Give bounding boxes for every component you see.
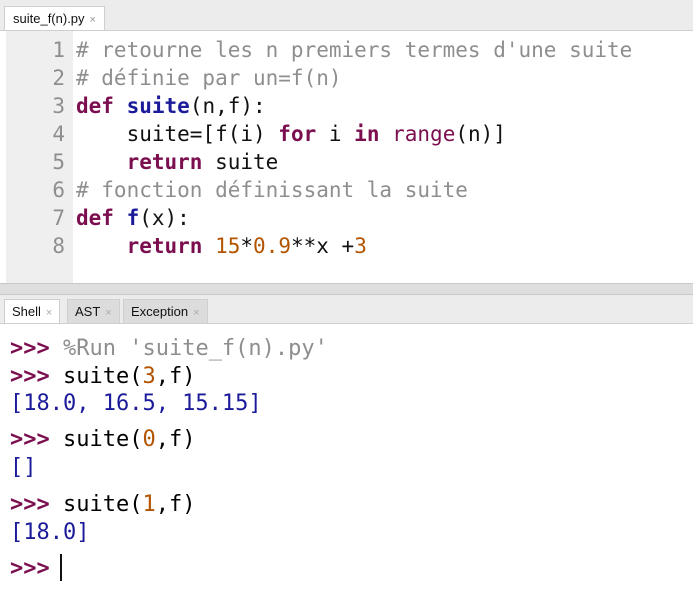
code-line[interactable]: # définie par un=f(n) (76, 64, 342, 92)
code-token: # retourne les n premiers termes d'une s… (76, 38, 633, 62)
line-number: 6 (52, 178, 65, 202)
shell-prompt: >>> (10, 556, 50, 581)
shell-line: >>> suite(1,f) (10, 490, 195, 520)
code-line[interactable]: return suite (76, 148, 279, 176)
tab-shell-label: Shell (12, 304, 41, 319)
editor-tab-suite-file[interactable]: suite_f(n).py × (4, 6, 105, 30)
code-line[interactable]: def suite(n,f): (76, 92, 266, 120)
code-token: suite( (49, 364, 143, 389)
code-token: 1 (142, 492, 156, 517)
code-token: # définie par un=f(n) (76, 66, 342, 90)
shell-line: [] (10, 453, 37, 483)
line-number: 2 (52, 66, 65, 90)
code-token: suite( (49, 492, 143, 517)
editor-tab-label: suite_f(n).py (13, 11, 85, 26)
text-cursor (60, 554, 62, 581)
tab-exception-label: Exception (131, 304, 189, 319)
code-line[interactable]: # fonction définissant la suite (76, 176, 468, 204)
close-icon[interactable]: × (46, 307, 52, 319)
code-line[interactable]: # retourne les n premiers termes d'une s… (76, 36, 632, 64)
code-token: ,f) (155, 492, 196, 517)
close-icon[interactable]: × (105, 307, 111, 319)
shell-line: [18.0] (10, 518, 89, 548)
close-icon[interactable]: × (193, 307, 199, 319)
code-token: in (354, 122, 380, 146)
code-token: %Run 'suite_f(n).py' (49, 336, 328, 361)
code-token: suite( (49, 427, 143, 452)
code-token: # fonction définissant la suite (76, 178, 468, 202)
code-token: 3 (354, 234, 367, 258)
code-token: >>> (10, 492, 50, 517)
code-token: **x + (290, 234, 355, 258)
code-token: 3 (142, 364, 156, 389)
tab-exception[interactable]: Exception × (123, 299, 208, 323)
tab-ast-label: AST (75, 304, 101, 319)
code-token: [18.0, 16.5, 15.15] (10, 391, 262, 416)
line-number-gutter: 1 2 3 4 5 6 7 8 (6, 31, 73, 283)
shell-line: >>> suite(3,f) (10, 362, 195, 392)
pane-splitter[interactable] (0, 283, 693, 295)
line-number: 1 (52, 38, 65, 62)
code-token: range (392, 122, 456, 146)
shell-line: >>> suite(0,f) (10, 425, 195, 455)
code-token: (x): (139, 206, 190, 230)
line-number: 4 (52, 122, 65, 146)
editor-tab-bar: suite_f(n).py × (0, 0, 693, 31)
bottom-tab-bar: Shell × AST × Exception × (0, 295, 693, 324)
code-token: >>> (10, 336, 50, 361)
code-token: suite=[f(i) (76, 122, 279, 146)
line-number: 5 (52, 150, 65, 174)
code-token: (n,f): (189, 94, 266, 118)
shell-input-line[interactable]: >>> (10, 554, 50, 584)
line-number: 8 (52, 234, 65, 258)
code-token: i (316, 122, 355, 146)
code-token: >>> (10, 364, 50, 389)
code-token: suite (202, 150, 279, 174)
tab-shell[interactable]: Shell × (4, 299, 61, 323)
code-line[interactable]: def f(x): (76, 204, 190, 232)
code-token: f (126, 206, 140, 230)
code-token: return (126, 234, 203, 258)
code-token: ,f) (155, 427, 196, 452)
code-token: (n)] (455, 122, 506, 146)
code-token: [] (10, 455, 37, 480)
tab-ast[interactable]: AST × (67, 299, 120, 323)
code-token: 0 (142, 427, 156, 452)
shell-line: [18.0, 16.5, 15.15] (10, 389, 262, 419)
shell-console[interactable]: >>> %Run 'suite_f(n).py' >>> suite(3,f) … (0, 324, 693, 593)
line-number: 3 (52, 94, 65, 118)
code-token: [18.0] (10, 520, 90, 545)
code-token: def (76, 206, 114, 230)
code-token: for (278, 122, 317, 146)
code-line[interactable]: suite=[f(i) for i in range(n)] (76, 120, 506, 148)
code-token: return (126, 150, 203, 174)
code-token: >>> (10, 427, 50, 452)
line-number: 7 (52, 206, 65, 230)
code-line[interactable]: return 15*0.9**x +3 (76, 232, 367, 260)
code-editor[interactable]: 1 2 3 4 5 6 7 8 # retourne les n premier… (0, 31, 693, 283)
close-icon[interactable]: × (90, 14, 96, 26)
code-token: * (240, 234, 254, 258)
code-token: 15 (215, 234, 241, 258)
code-token: ,f) (155, 364, 196, 389)
shell-line: >>> %Run 'suite_f(n).py' (10, 334, 328, 364)
code-token: 0.9 (253, 234, 291, 258)
code-token: suite (126, 94, 190, 118)
code-token: def (76, 94, 114, 118)
